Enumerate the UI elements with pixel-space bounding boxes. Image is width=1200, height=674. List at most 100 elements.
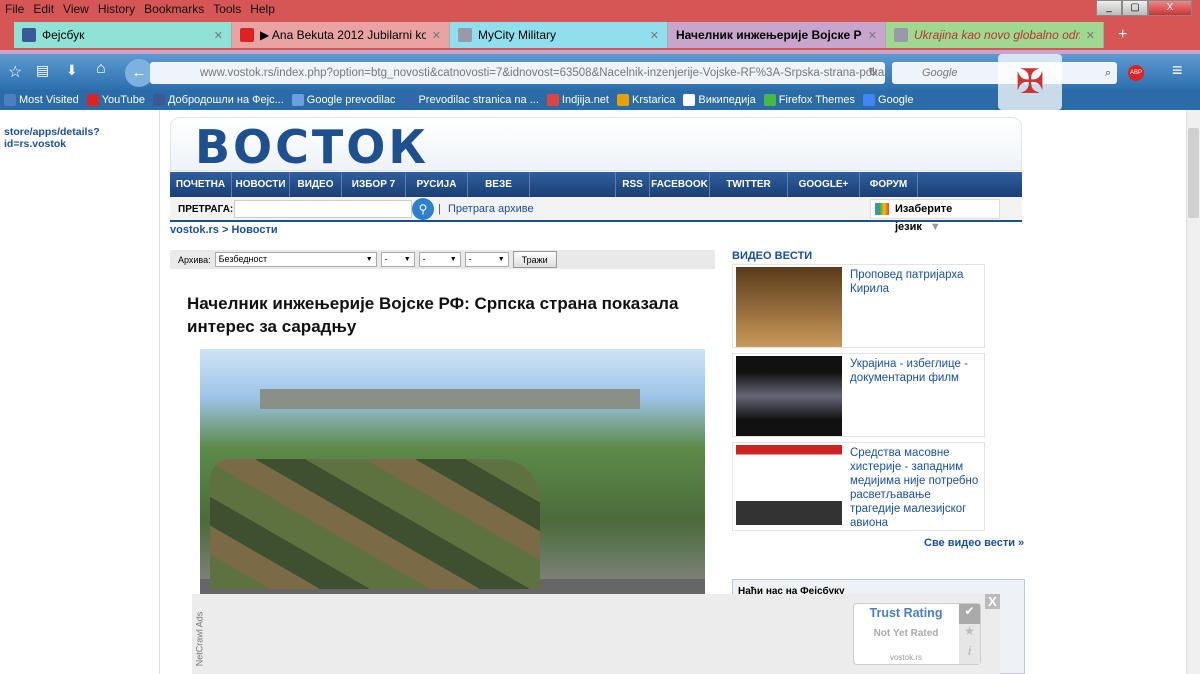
new-tab-button[interactable]: +: [1118, 26, 1127, 44]
site-logo[interactable]: ВОСТОК: [195, 120, 429, 174]
left-frame: store/apps/details?id=rs.vostok: [0, 110, 160, 674]
nav-item[interactable]: RSS: [616, 172, 650, 197]
scrollbar-thumb[interactable]: [1188, 128, 1199, 218]
video-title[interactable]: Украјина - избеглице - документарни филм: [850, 357, 984, 385]
bookmark-icon: [616, 94, 629, 106]
download-icon[interactable]: ⬇: [66, 62, 78, 79]
bookmark-item[interactable]: Prevodilac stranica na ...: [403, 94, 539, 106]
tank: [210, 459, 540, 589]
nav-item[interactable]: НОВОСТИ: [232, 172, 290, 197]
video-title[interactable]: Проповед патријарха Кирила: [850, 268, 984, 296]
menu-help[interactable]: Help: [250, 2, 275, 16]
nav-item[interactable]: ВЕЗЕ: [468, 172, 530, 197]
adblock-icon[interactable]: ABP: [1128, 65, 1144, 81]
article-image: [200, 349, 705, 595]
bookmark-label: Firefox Themes: [778, 94, 856, 106]
tab-close-icon[interactable]: ✕: [650, 29, 659, 42]
window-controls: _ ▢ X: [1096, 0, 1192, 16]
menu-edit[interactable]: Edit: [33, 2, 54, 16]
reload-icon[interactable]: ↻: [868, 65, 878, 79]
bookmark-item[interactable]: Википедија: [683, 94, 756, 106]
year-select[interactable]: -: [464, 252, 509, 267]
bookmark-label: Добродошли на Фејс...: [167, 94, 284, 106]
nav-item[interactable]: ВИДЕО: [290, 172, 342, 197]
archive-search-link[interactable]: Претрага архиве: [448, 203, 534, 215]
nav-item[interactable]: FACEBOOK: [650, 172, 710, 197]
day-select[interactable]: -: [380, 252, 415, 267]
url-bar[interactable]: www.vostok.rs/index.php?option=btg_novos…: [150, 62, 885, 84]
bookmark-star-icon[interactable]: ☆: [8, 62, 22, 82]
all-videos-link[interactable]: Све видео вести »: [924, 537, 1024, 549]
nav-item[interactable]: TWITTER: [710, 172, 788, 197]
category-select[interactable]: Безбедност: [214, 252, 377, 267]
nav-item[interactable]: ФОРУМ: [860, 172, 918, 197]
video-item[interactable]: Средства масовне хистерије - западним ме…: [732, 442, 985, 531]
search-placeholder: Google: [922, 67, 958, 79]
vertical-scrollbar[interactable]: [1186, 110, 1200, 674]
menu-tools[interactable]: Tools: [213, 2, 241, 16]
menu-view[interactable]: View: [63, 2, 89, 16]
breadcrumb-current[interactable]: Новости: [231, 224, 277, 236]
nav-item[interactable]: РУСИЈА: [406, 172, 468, 197]
video-thumbnail: [736, 356, 842, 436]
bookmark-item[interactable]: Krstarica: [616, 94, 676, 106]
bookmark-item[interactable]: Добродошли на Фејс...: [152, 94, 284, 106]
ad-close-button[interactable]: X: [985, 594, 1000, 609]
trust-rating-widget[interactable]: Trust Rating Not Yet Rated vostok.rs ✔ ★…: [853, 603, 981, 665]
month-select[interactable]: -: [418, 252, 461, 267]
nav-item[interactable]: GOOGLE+: [788, 172, 860, 197]
search-button[interactable]: ⚲: [412, 198, 434, 220]
breadcrumb-home[interactable]: vostok.rs: [170, 224, 219, 236]
app-store-link[interactable]: store/apps/details?id=rs.vostok: [4, 126, 159, 150]
home-icon[interactable]: ⌂: [96, 60, 106, 78]
tab-label: Начелник инжењерије Војске РФ:...: [676, 28, 862, 42]
serbian-coat-of-arms-icon: ✠: [998, 54, 1062, 110]
tab[interactable]: Ukrajina kao novo globalno odmer... ✕: [886, 22, 1104, 48]
search-icon: ⌕: [1104, 67, 1111, 79]
nav-item[interactable]: ПОЧЕТНА: [170, 172, 232, 197]
tab-close-icon[interactable]: ✕: [432, 29, 441, 42]
tab-label: MyCity Military: [478, 28, 556, 42]
close-window-button[interactable]: X: [1148, 0, 1192, 16]
bookmark-item[interactable]: Google prevodilac: [291, 94, 395, 106]
site-search-input[interactable]: [234, 200, 412, 218]
breadcrumb: vostok.rs > Новости: [170, 224, 278, 236]
bookmark-item[interactable]: Google: [863, 94, 914, 106]
maximize-button[interactable]: ▢: [1122, 0, 1148, 16]
tab[interactable]: Фејсбук ✕: [14, 22, 232, 48]
nav-item[interactable]: ИЗБОР 7: [342, 172, 406, 197]
bookmark-icon: [683, 94, 696, 106]
bookmark-icon: [546, 94, 559, 106]
tab-close-icon[interactable]: ✕: [214, 29, 223, 42]
tab[interactable]: Начелник инжењерије Војске РФ:... ✕: [668, 22, 886, 48]
tab-label: Ukrajina kao novo globalno odmer...: [914, 28, 1080, 42]
bookmark-label: Википедија: [698, 94, 756, 106]
tab-close-icon[interactable]: ✕: [868, 29, 877, 42]
trust-site: vostok.rs: [889, 653, 922, 662]
url-text: www.vostok.rs/index.php?option=btg_novos…: [200, 67, 885, 79]
bookmark-item[interactable]: Most Visited: [4, 94, 79, 106]
video-title[interactable]: Средства масовне хистерије - западним ме…: [850, 446, 984, 530]
archive-search-button[interactable]: Тражи: [512, 251, 557, 268]
bookmark-item[interactable]: Firefox Themes: [763, 94, 856, 106]
video-item[interactable]: Проповед патријарха Кирила: [732, 264, 985, 348]
tab[interactable]: ▶ Ana Bekuta 2012 Jubilarni konc... ✕: [232, 22, 450, 48]
reading-list-icon[interactable]: ▤: [36, 62, 49, 79]
back-button[interactable]: ←: [125, 59, 153, 87]
bookmark-label: Krstarica: [631, 94, 676, 106]
archive-label: Архива:: [178, 254, 211, 265]
menu-hamburger-icon[interactable]: ≡: [1172, 60, 1183, 81]
minimize-button[interactable]: _: [1096, 0, 1122, 16]
bookmark-label: Most Visited: [19, 94, 79, 106]
menu-history[interactable]: History: [98, 2, 135, 16]
tab-close-icon[interactable]: ✕: [1086, 29, 1095, 42]
menu-bookmarks[interactable]: Bookmarks: [144, 2, 204, 16]
video-item[interactable]: Украјина - избеглице - документарни филм: [732, 353, 985, 437]
search-row: ПРЕТРАГА: ⚲ | Претрага архиве Изаберите …: [170, 197, 1022, 233]
bookmark-item[interactable]: YouTube: [86, 94, 145, 106]
menu-file[interactable]: File: [5, 2, 24, 16]
bookmark-item[interactable]: Indjija.net: [546, 94, 609, 106]
tab[interactable]: MyCity Military ✕: [450, 22, 668, 48]
favicon-icon: [22, 28, 36, 42]
language-select[interactable]: Изаберите језик ▼: [870, 199, 1000, 233]
